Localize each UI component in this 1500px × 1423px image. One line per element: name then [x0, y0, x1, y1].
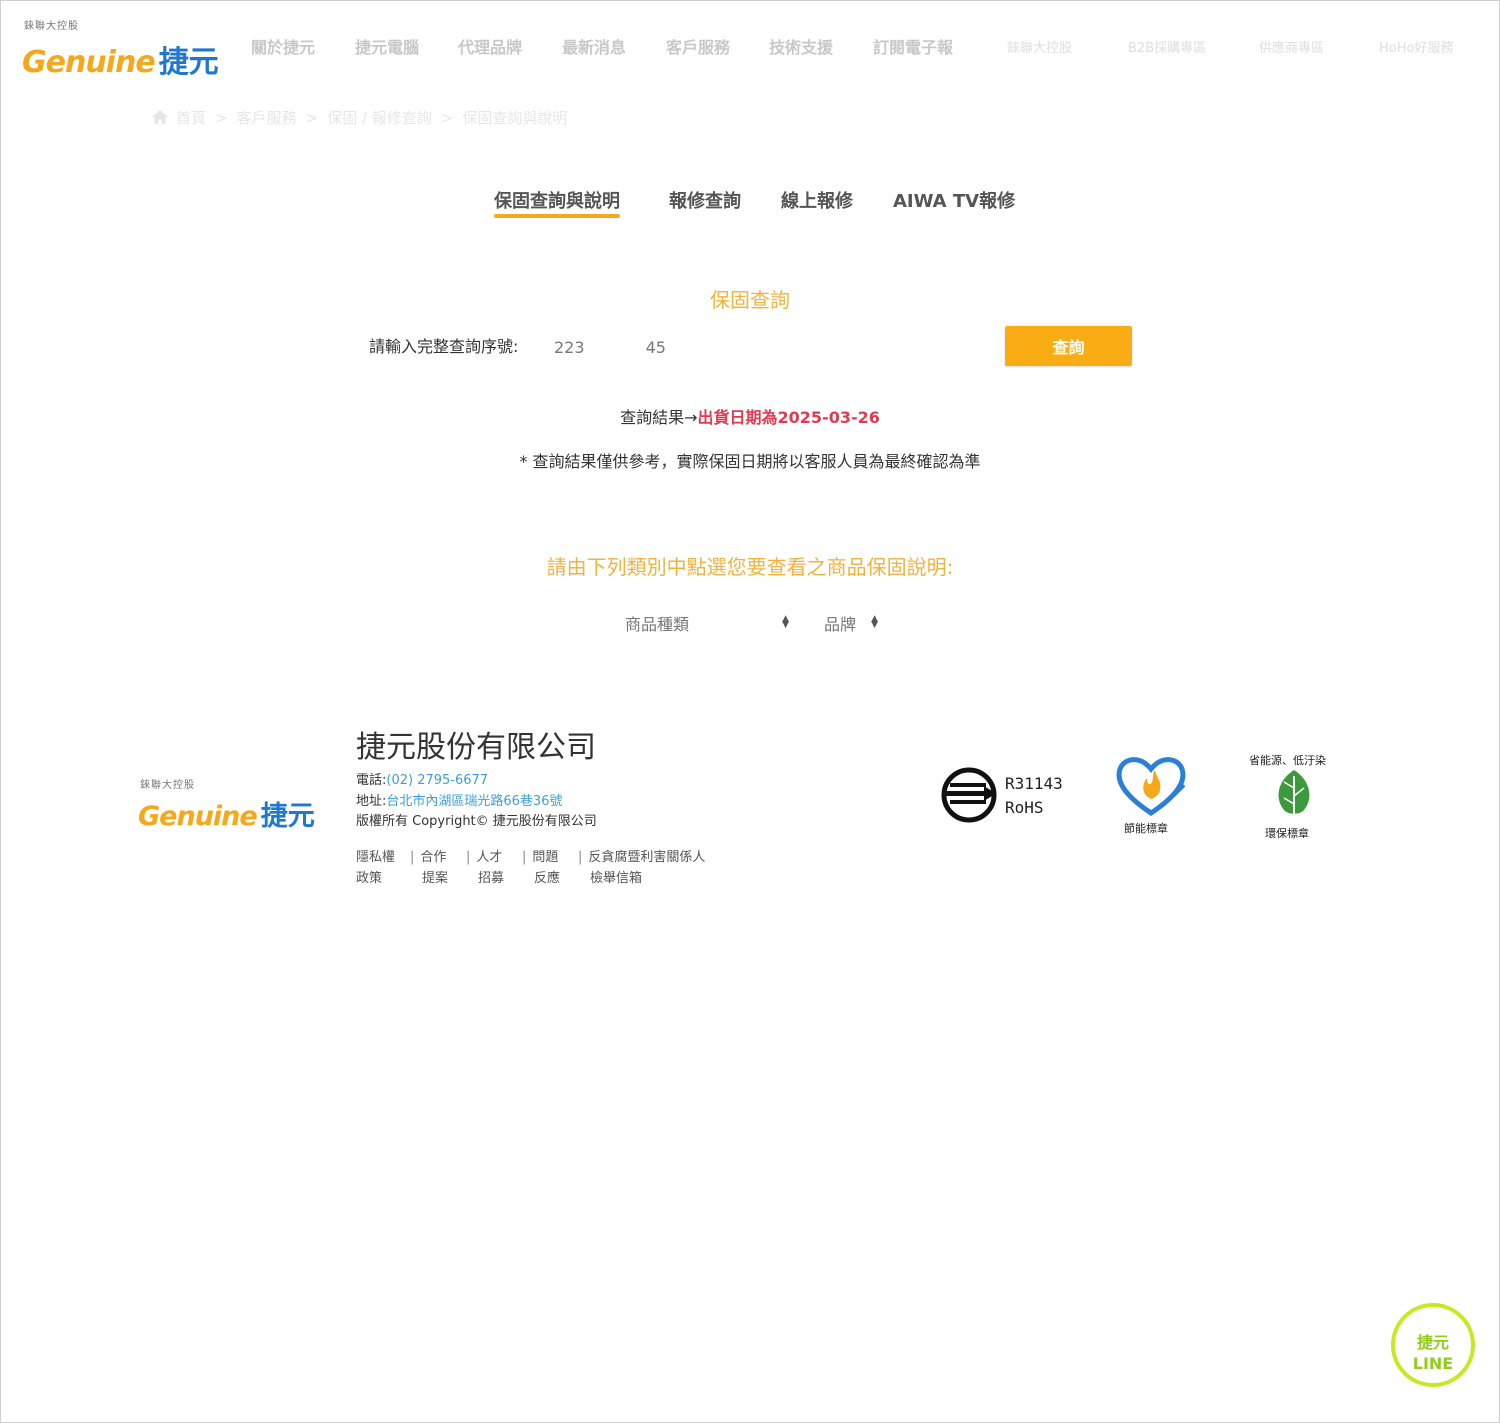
tab-online-repair[interactable]: 線上報修 — [781, 187, 853, 213]
select-arrows-icon: ▲ ▼ — [871, 614, 878, 630]
home-icon[interactable] — [152, 110, 168, 124]
link-line2: 反應 — [534, 871, 561, 886]
rohs-code: R31143 — [1005, 774, 1063, 793]
footer-address: 地址:台北市內湖區瑞光路66巷36號 — [356, 790, 562, 809]
brand-select[interactable]: 品牌 ▲ ▼ — [824, 611, 878, 635]
company-name: 捷元股份有限公司 — [356, 730, 596, 765]
line-badge-line2: LINE — [1412, 1354, 1454, 1373]
link-line2: 招募 — [478, 871, 505, 886]
link-sep: | — [466, 850, 471, 865]
nav-holding[interactable]: 錸聯大控股 — [1007, 37, 1072, 56]
footer-copyright: 版權所有 Copyright© 捷元股份有限公司 — [356, 814, 597, 829]
footer-logo-subtitle: 錸聯大控股 — [140, 780, 195, 791]
result-value: 出貨日期為2025-03-26 — [697, 408, 880, 427]
serial-label: 請輸入完整查詢序號: — [369, 337, 519, 356]
link-line2: 檢舉信箱 — [590, 871, 643, 886]
query-title: 保固查詢 — [710, 288, 790, 312]
link-line1: 隱私權 — [356, 850, 396, 865]
nav-tech-support[interactable]: 技術支援 — [769, 34, 833, 58]
energy-heart-icon — [1116, 757, 1186, 817]
bsmi-mark-icon — [941, 767, 997, 823]
logo-subtitle: 錸聯大控股 — [24, 21, 79, 32]
logo-mark: Genuine 捷元 — [22, 37, 219, 81]
phone-label: 電話: — [356, 773, 387, 788]
footer-phone: 電話:(02) 2795-6677 — [356, 769, 488, 788]
breadcrumb-sep: > — [440, 109, 454, 127]
line-badge-line1: 捷元 — [1416, 1333, 1449, 1352]
query-note: * 查詢結果僅供參考，實際保固日期將以客服人員為最終確認為準 — [519, 452, 981, 471]
serial-input[interactable] — [548, 330, 990, 364]
logo-zh: 捷元 — [158, 45, 219, 80]
nav-customer-service[interactable]: 客戶服務 — [666, 34, 730, 58]
breadcrumb: 首頁 > 客戶服務 > 保固 / 報修查詢 > 保固查詢與說明 — [152, 107, 576, 128]
breadcrumb-customer-service[interactable]: 客戶服務 — [237, 109, 297, 127]
nav-computer[interactable]: 捷元電腦 — [355, 34, 419, 58]
address-link[interactable]: 台北市內湖區瑞光路66巷36號 — [386, 794, 562, 809]
footer-link-privacy[interactable]: 隱私權 政策 — [356, 847, 395, 889]
rohs-text: RoHS — [1005, 798, 1044, 817]
link-sep: | — [410, 850, 415, 865]
link-line2: 提案 — [422, 871, 449, 886]
query-result: 查詢結果→出貨日期為2025-03-26 — [0, 404, 1500, 428]
nav-brands[interactable]: 代理品牌 — [458, 34, 522, 58]
address-label: 地址: — [356, 794, 387, 809]
rohs-cert: R31143 RoHS — [940, 766, 1070, 826]
link-line1: 合作 — [420, 850, 447, 865]
footer-link-cooperation[interactable]: | 合作提案 — [410, 847, 448, 889]
energy-cert: 節能標章 — [1114, 755, 1190, 837]
footer-link-careers[interactable]: | 人才招募 — [466, 847, 504, 889]
line-chat-button[interactable]: 捷元 LINE — [1391, 1303, 1475, 1387]
tab-warranty-query[interactable]: 保固查詢與說明 — [494, 187, 620, 218]
query-button[interactable]: 查詢 — [1005, 326, 1132, 366]
header-logo[interactable]: 錸聯大控股 Genuine 捷元 — [22, 17, 232, 80]
nav-about[interactable]: 關於捷元 — [251, 34, 315, 58]
product-type-select[interactable]: 商品種類 ▲ ▼ — [625, 611, 789, 635]
tab-aiwa-tv-repair[interactable]: AIWA TV報修 — [893, 187, 1015, 213]
tab-repair-query[interactable]: 報修查詢 — [669, 187, 741, 213]
eco-cert: 省能源、低汙染 環保標章 — [1246, 752, 1346, 842]
link-line1: 人才 — [476, 850, 503, 865]
nav-b2b[interactable]: B2B採購專區 — [1128, 37, 1206, 56]
footer-logo[interactable]: 錸聯大控股 Genuine 捷元 — [138, 776, 338, 836]
footer-logo-mark: Genuine 捷元 — [138, 794, 315, 833]
select-arrows-icon: ▲ ▼ — [782, 614, 789, 630]
breadcrumb-sep: > — [215, 109, 228, 127]
footer-logo-zh: 捷元 — [260, 801, 315, 832]
result-prefix: 查詢結果→ — [620, 408, 698, 427]
brand-value: 品牌 — [824, 615, 857, 634]
link-sep: | — [522, 850, 527, 865]
footer-link-feedback[interactable]: | 問題反應 — [522, 847, 560, 889]
eco-leaf-icon — [1278, 770, 1310, 820]
product-type-value: 商品種類 — [625, 615, 690, 634]
nav-hoho[interactable]: HoHo好服務 — [1379, 37, 1453, 56]
page-frame — [0, 0, 1500, 1423]
phone-link[interactable]: (02) 2795-6677 — [386, 773, 488, 788]
breadcrumb-sep: > — [305, 109, 319, 127]
logo-en: Genuine — [22, 45, 156, 80]
footer-link-anticorruption[interactable]: | 反貪腐暨利害關係人 檢舉信箱 — [578, 847, 705, 889]
link-line2: 政策 — [356, 871, 383, 886]
eco-top-label: 省能源、低汙染 — [1249, 754, 1326, 767]
breadcrumb-warranty[interactable]: 保固 / 報修查詢 — [327, 109, 432, 127]
footer-logo-en: Genuine — [138, 801, 258, 832]
link-line1: 反貪腐暨利害關係人 — [588, 850, 706, 865]
breadcrumb-current: 保固查詢與說明 — [462, 109, 568, 127]
energy-label: 節能標章 — [1124, 822, 1168, 835]
link-sep: | — [578, 850, 583, 865]
nav-supplier[interactable]: 供應商專區 — [1259, 37, 1324, 56]
link-line1: 問題 — [532, 850, 559, 865]
eco-label: 環保標章 — [1265, 827, 1309, 840]
category-title: 請由下列類別中點選您要查看之商品保固說明: — [546, 555, 954, 579]
nav-news[interactable]: 最新消息 — [562, 34, 626, 58]
breadcrumb-home[interactable]: 首頁 — [176, 109, 206, 127]
nav-newsletter[interactable]: 訂閱電子報 — [873, 34, 953, 58]
